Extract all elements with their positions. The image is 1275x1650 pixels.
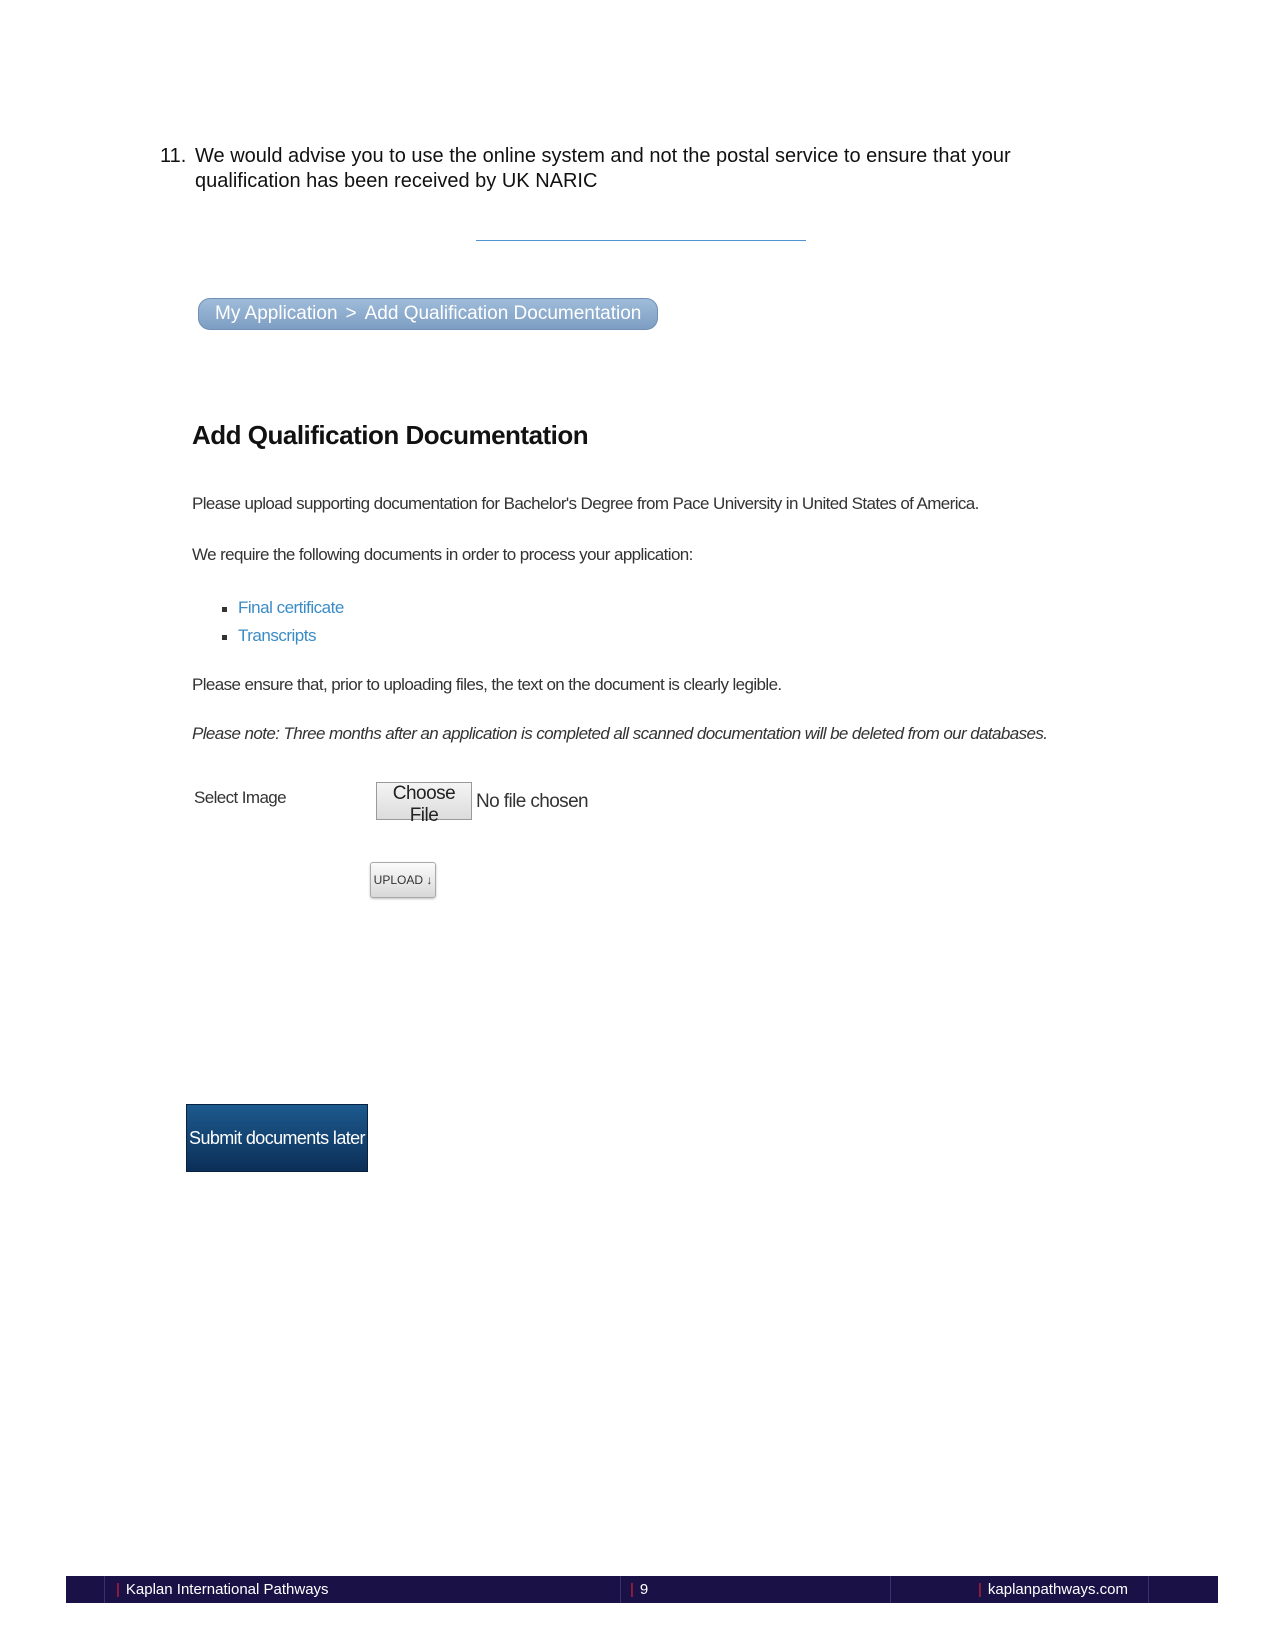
footer-center: | 9 — [630, 1576, 648, 1603]
divider-line — [476, 240, 806, 241]
legibility-note: Please ensure that, prior to uploading f… — [192, 675, 782, 694]
step-number: 11. — [160, 145, 187, 167]
required-documents-list: Final certificate Transcripts — [222, 594, 344, 650]
footer-bar-icon: | — [978, 1581, 982, 1598]
select-image-label: Select Image — [194, 788, 287, 807]
page-title: Add Qualification Documentation — [192, 420, 589, 450]
file-status-text: No file chosen — [476, 791, 589, 812]
footer-right: | kaplanpathways.com — [978, 1576, 1128, 1603]
footer-divider — [890, 1576, 891, 1603]
submit-documents-later-button[interactable]: Submit documents later — [186, 1104, 368, 1172]
footer-divider — [620, 1576, 621, 1603]
breadcrumb-item-current: Add Qualification Documentation — [364, 303, 642, 324]
choose-file-button[interactable]: Choose File — [376, 782, 472, 826]
list-item: Final certificate — [222, 594, 344, 622]
page-footer: | Kaplan International Pathways | 9 | kapla… — [66, 1576, 1218, 1603]
footer-divider — [104, 1576, 105, 1603]
instruction-step: 11. We would advise you to use the onlin… — [160, 144, 1100, 194]
breadcrumb: My Application > Add Qualification Documen… — [198, 298, 659, 330]
breadcrumb-item-my-application[interactable]: My Application — [215, 303, 338, 324]
requirements-text: We require the following documents in or… — [192, 545, 693, 564]
footer-bar-icon: | — [630, 1581, 634, 1598]
deletion-note: Please note: Three months after an appli… — [192, 724, 1048, 743]
footer-divider — [1148, 1576, 1149, 1603]
breadcrumb-separator-icon: > — [345, 303, 357, 324]
step-text: We would advise you to use the online sy… — [195, 145, 1011, 192]
footer-bar-icon: | — [116, 1581, 120, 1598]
intro-text: Please upload supporting documentation f… — [192, 494, 979, 513]
final-certificate-link[interactable]: Final certificate — [238, 598, 344, 617]
footer-org-name: Kaplan International Pathways — [125, 1581, 329, 1598]
transcripts-link[interactable]: Transcripts — [238, 626, 316, 645]
footer-left: | Kaplan International Pathways — [116, 1576, 329, 1603]
footer-website[interactable]: kaplanpathways.com — [988, 1581, 1128, 1598]
page-number: 9 — [639, 1581, 649, 1598]
upload-button[interactable]: UPLOAD ↓ — [370, 862, 436, 898]
list-item: Transcripts — [222, 622, 344, 650]
